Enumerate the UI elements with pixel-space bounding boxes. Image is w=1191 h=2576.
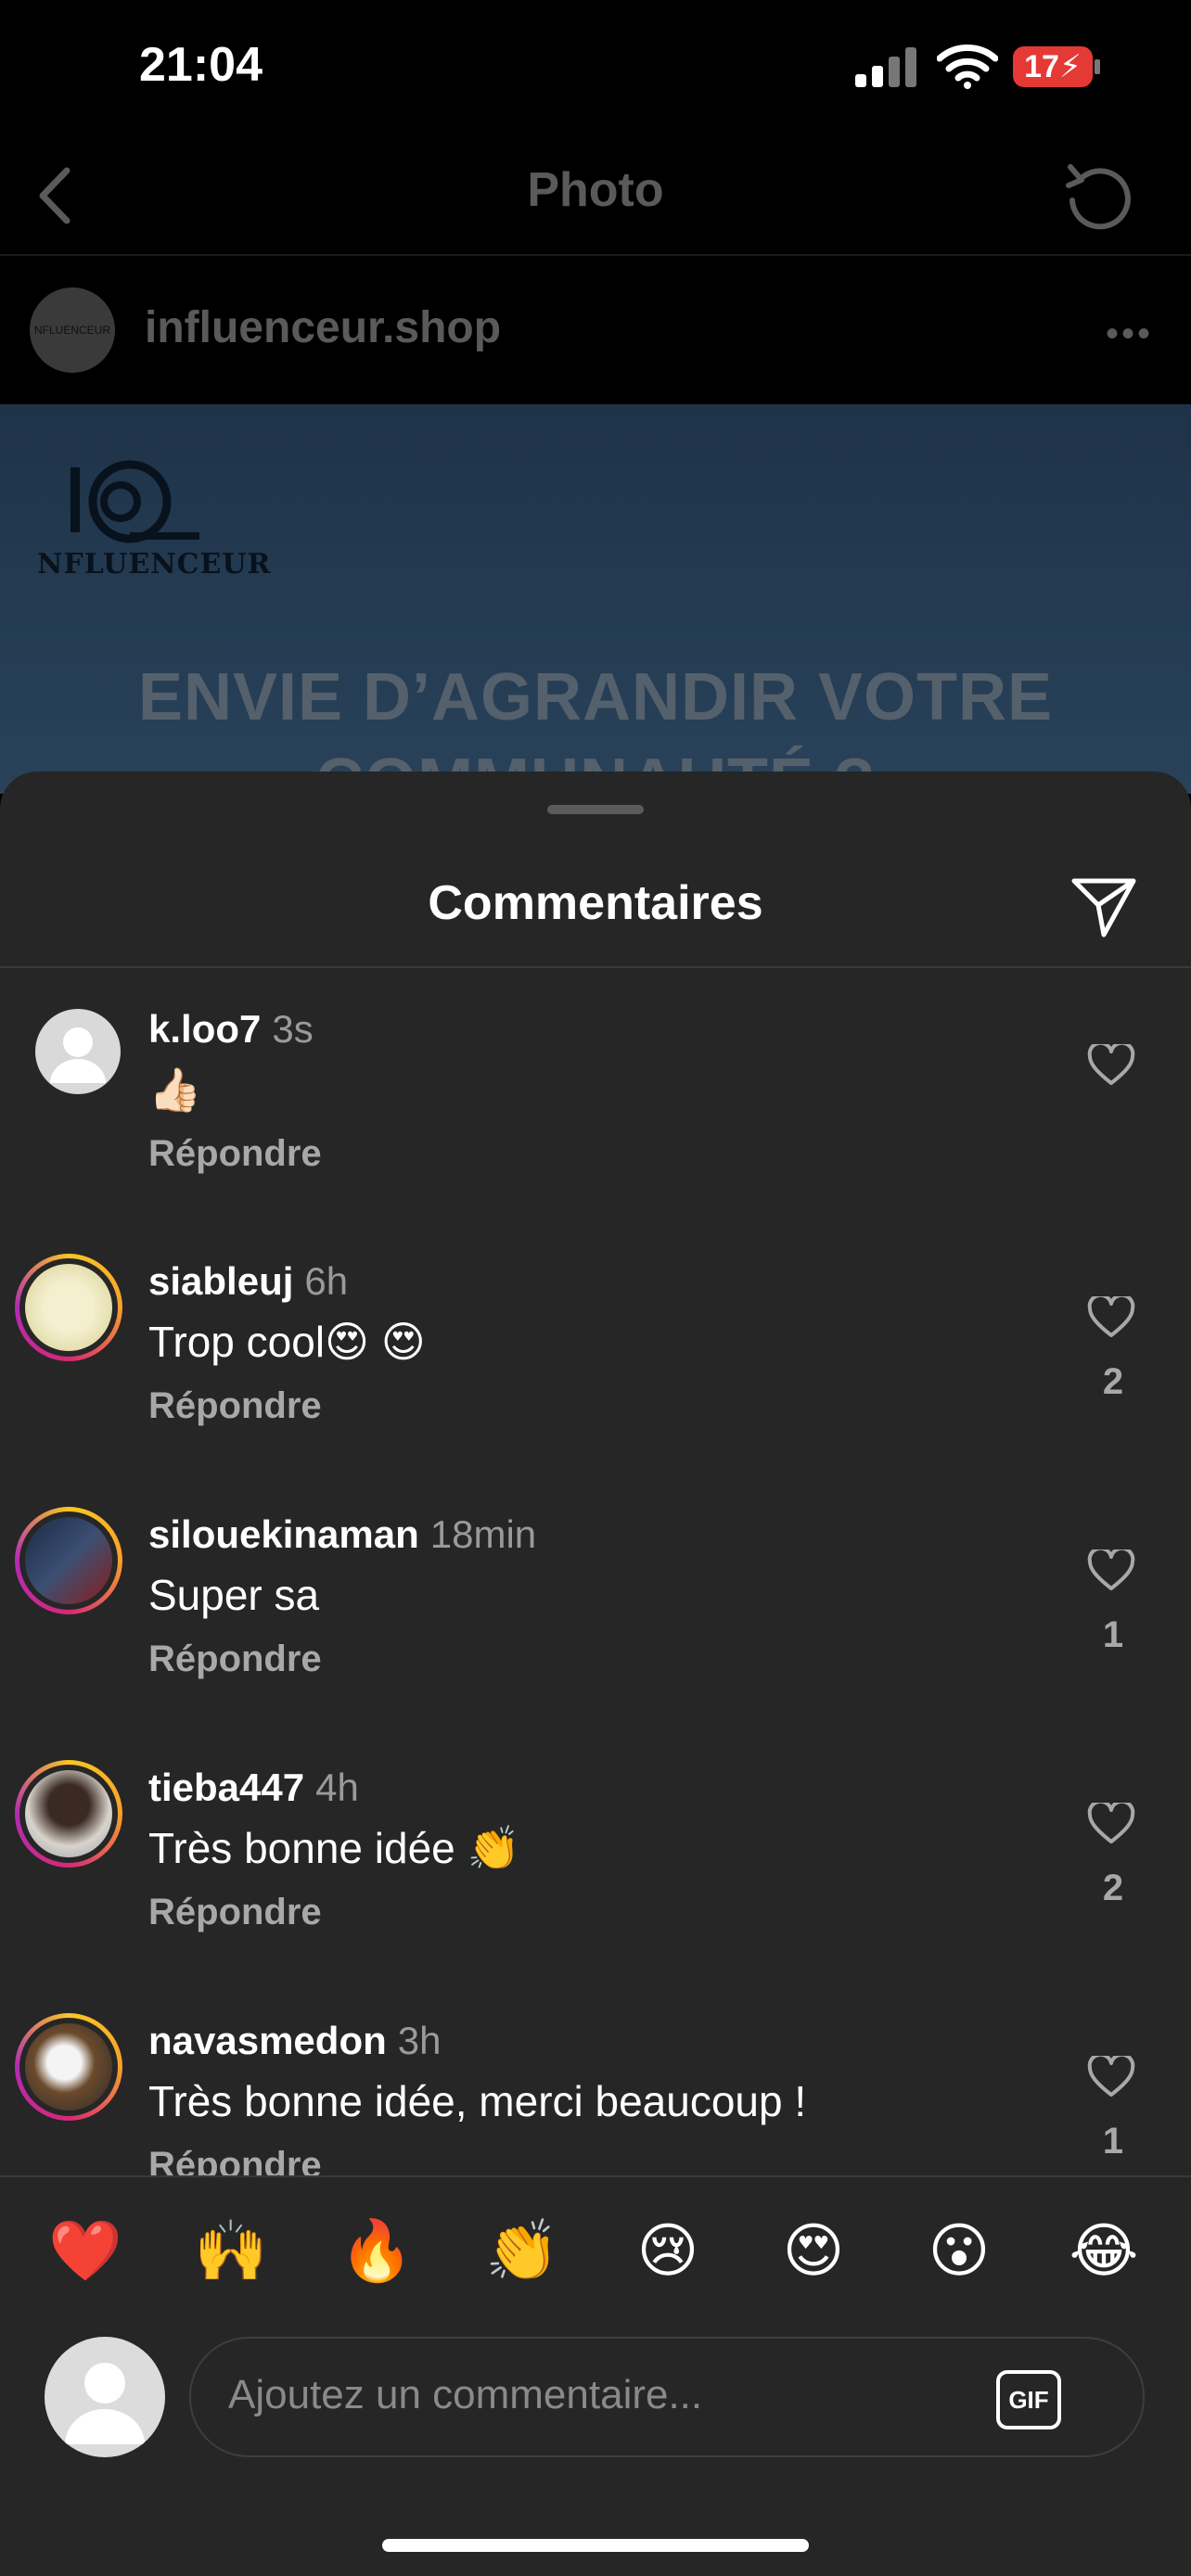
like-count: 2 [1102, 1361, 1124, 1402]
gif-label: GIF [1008, 2385, 1049, 2414]
cellular-signal-icon [855, 47, 916, 87]
story-ring-avatar[interactable] [15, 2013, 122, 2121]
like-heart-icon[interactable] [1087, 1803, 1135, 1845]
post-author-username[interactable]: influenceur.shop [145, 302, 501, 353]
share-send-icon[interactable] [1069, 874, 1139, 940]
comment-header: navasmedon 3h [148, 2019, 441, 2063]
avatar-logo-text: NFLUENCEUR [33, 324, 110, 337]
gif-button[interactable]: GIF [996, 2370, 1061, 2429]
comment-item: siableuj 6h Trop cool😍 😍 Répondre 2 [0, 1220, 1191, 1471]
page-title: Photo [527, 163, 664, 217]
comment-header: silouekinaman 18min [148, 1512, 536, 1557]
my-avatar [45, 2337, 165, 2457]
comment-text: Super sa [148, 1571, 320, 1619]
comment-text: Très bonne idée 👏 [148, 1824, 520, 1872]
reply-button[interactable]: Répondre [148, 1385, 322, 1427]
headline-line-1: ENVIE D’AGRANDIR VOTRE [137, 660, 1054, 734]
comment-time: 3s [272, 1007, 314, 1051]
comment-item: tieba447 4h Très bonne idée 👏 Répondre 2 [0, 1727, 1191, 1977]
default-avatar-icon [50, 1027, 106, 1083]
comment-username[interactable]: k.loo7 [148, 1007, 261, 1051]
comments-list[interactable]: k.loo7 3s 👍🏻 Répondre siableuj 6h Trop coo… [0, 968, 1191, 2175]
like-count: 2 [1102, 1868, 1124, 1908]
post-image: NFLUENCEUR ENVIE D’AGRANDIR VOTRE COMMUN… [0, 404, 1191, 794]
emoji-heart-button[interactable]: ❤️ [39, 2216, 132, 2286]
comment-header: tieba447 4h [148, 1766, 359, 1810]
comment-time: 3h [397, 2019, 442, 2062]
emoji-heart-eyes-button[interactable]: 😍 [767, 2216, 860, 2286]
commenter-avatar[interactable] [35, 1009, 121, 1094]
story-ring-avatar[interactable] [15, 1254, 122, 1361]
comment-time: 6h [304, 1259, 349, 1303]
battery-level: 17 [1024, 48, 1059, 84]
comment-username[interactable]: siableuj [148, 1259, 293, 1303]
reply-button[interactable]: Répondre [148, 2145, 322, 2175]
emoji-clap-button[interactable]: 👏 [476, 2216, 569, 2286]
default-avatar-icon [65, 2363, 145, 2444]
comment-username[interactable]: tieba447 [148, 1766, 304, 1809]
like-count: 1 [1102, 2121, 1124, 2162]
comment-text: Très bonne idée, merci beaucoup ! [148, 2077, 807, 2125]
reply-button[interactable]: Répondre [148, 1892, 322, 1933]
comment-username[interactable]: silouekinaman [148, 1512, 419, 1556]
sheet-title: Commentaires [428, 876, 763, 930]
comment-item: navasmedon 3h Très bonne idée, merci beau… [0, 1980, 1191, 2175]
comment-time: 4h [315, 1766, 359, 1809]
sheet-grabber[interactable] [547, 805, 644, 814]
emoji-surprised-button[interactable]: 😮 [913, 2216, 1005, 2286]
comment-header: k.loo7 3s [148, 1007, 314, 1052]
status-time: 21:04 [139, 38, 263, 92]
emoji-reaction-bar [0, 2175, 1191, 2337]
story-ring-avatar[interactable] [15, 1507, 122, 1614]
emoji-fire-button[interactable]: 🔥 [330, 2216, 423, 2286]
story-ring-avatar[interactable] [15, 1760, 122, 1868]
like-heart-icon[interactable] [1087, 1044, 1135, 1087]
post-author-avatar[interactable]: NFLUENCEUR [30, 287, 115, 373]
brand-logo-icon [70, 460, 199, 543]
reply-button[interactable]: Répondre [148, 1133, 322, 1175]
like-count: 1 [1102, 1614, 1124, 1655]
like-heart-icon[interactable] [1087, 1296, 1135, 1339]
emoji-laugh-button[interactable]: 😂 [1057, 2216, 1150, 2286]
like-heart-icon[interactable] [1087, 2056, 1135, 2098]
comment-input-placeholder: Ajoutez un commentaire... [228, 2372, 703, 2417]
battery-cap [1095, 59, 1100, 74]
comment-username[interactable]: navasmedon [148, 2019, 387, 2062]
comment-item: k.loo7 3s 👍🏻 Répondre [0, 968, 1191, 1218]
comment-text: 👍🏻 [148, 1065, 202, 1114]
comment-item: silouekinaman 18min Super sa Répondre 1 [0, 1473, 1191, 1724]
brand-name: NFLUENCEUR [37, 548, 272, 580]
emoji-raised-hands-button[interactable]: 🙌 [185, 2216, 277, 2286]
comment-time: 18min [429, 1512, 537, 1556]
wifi-icon [937, 45, 998, 89]
refresh-icon[interactable] [1061, 158, 1139, 236]
comment-text: Trop cool😍 😍 [148, 1318, 426, 1366]
like-heart-icon[interactable] [1087, 1549, 1135, 1592]
reply-button[interactable]: Répondre [148, 1639, 322, 1680]
emoji-cry-button[interactable]: 😢 [621, 2216, 714, 2286]
battery-indicator: 17 ⚡ [1013, 46, 1093, 87]
comment-header: siableuj 6h [148, 1259, 348, 1304]
home-indicator[interactable] [382, 2539, 809, 2552]
more-options-icon[interactable]: ••• [1106, 313, 1153, 355]
